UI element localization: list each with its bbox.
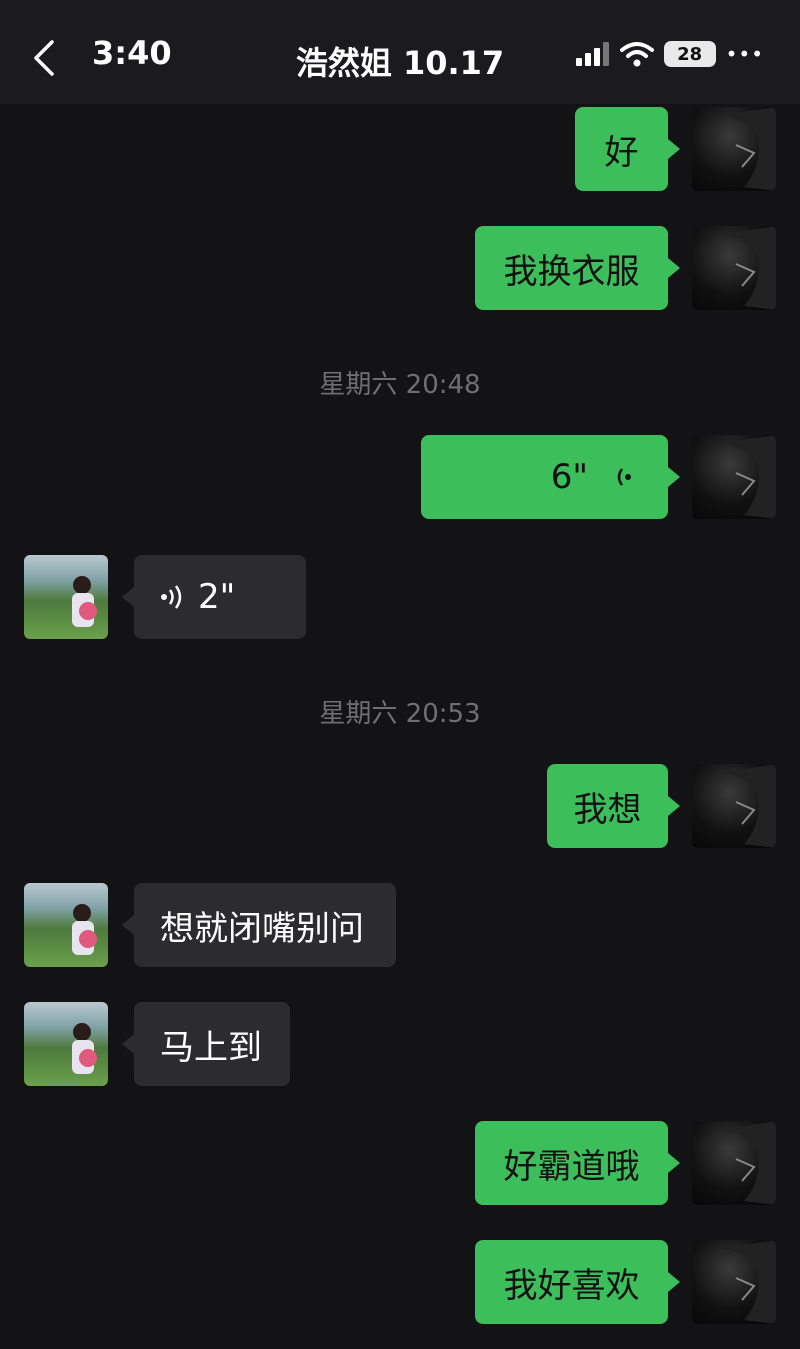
wifi-icon: [619, 42, 654, 67]
message-timestamp: 星期六 20:48: [319, 370, 481, 400]
voice-message-sent[interactable]: 6": [421, 435, 668, 519]
message-text: 马上到: [160, 1027, 262, 1068]
contact-avatar[interactable]: [24, 883, 108, 967]
message-text: 想就闭嘴别问: [160, 908, 364, 949]
message-bubble-received[interactable]: 想就闭嘴别问: [134, 883, 396, 967]
my-avatar[interactable]: [692, 1240, 776, 1324]
chat-header: 3:40 浩然姐 10.17 28 •••: [0, 0, 800, 104]
more-dots-icon[interactable]: •••: [726, 42, 764, 66]
bubble-tail: [668, 258, 680, 278]
bubble-tail: [668, 796, 680, 816]
message-bubble-sent[interactable]: 好霸道哦: [475, 1121, 668, 1205]
my-avatar[interactable]: [692, 1121, 776, 1205]
my-avatar[interactable]: [692, 226, 776, 310]
battery-indicator: 28: [663, 41, 716, 67]
contact-avatar[interactable]: [24, 1002, 108, 1086]
message-bubble-sent[interactable]: 我换衣服: [475, 226, 668, 310]
signal-icon: [575, 42, 609, 66]
status-icons: 28 •••: [575, 36, 764, 72]
my-avatar[interactable]: [692, 435, 776, 519]
bubble-tail: [668, 1272, 680, 1292]
bubble-tail: [122, 915, 134, 935]
bubble-tail: [122, 1034, 134, 1054]
message-text: 我换衣服: [503, 251, 640, 292]
voice-wave-icon: [161, 585, 182, 609]
contact-avatar[interactable]: [24, 555, 108, 639]
message-bubble-received[interactable]: 马上到: [134, 1002, 290, 1086]
message-bubble-sent[interactable]: 我好喜欢: [475, 1240, 668, 1324]
bubble-tail: [122, 587, 134, 607]
message-bubble-sent[interactable]: 我想: [547, 764, 668, 848]
message-text: 我想: [573, 789, 642, 830]
my-avatar[interactable]: [692, 107, 776, 191]
message-text: 好: [604, 132, 639, 173]
message-text: 我好喜欢: [503, 1265, 640, 1306]
voice-wave-icon: [617, 468, 631, 486]
message-timestamp: 星期六 20:53: [319, 699, 481, 729]
bubble-tail: [668, 139, 680, 159]
voice-message-received[interactable]: 2": [134, 555, 306, 639]
voice-duration: 6": [550, 457, 588, 497]
voice-duration: 2": [198, 577, 236, 617]
bubble-tail: [668, 467, 680, 487]
bubble-tail: [668, 1153, 680, 1173]
message-bubble-sent[interactable]: 好: [575, 107, 668, 191]
message-text: 好霸道哦: [503, 1146, 640, 1187]
my-avatar[interactable]: [692, 764, 776, 848]
